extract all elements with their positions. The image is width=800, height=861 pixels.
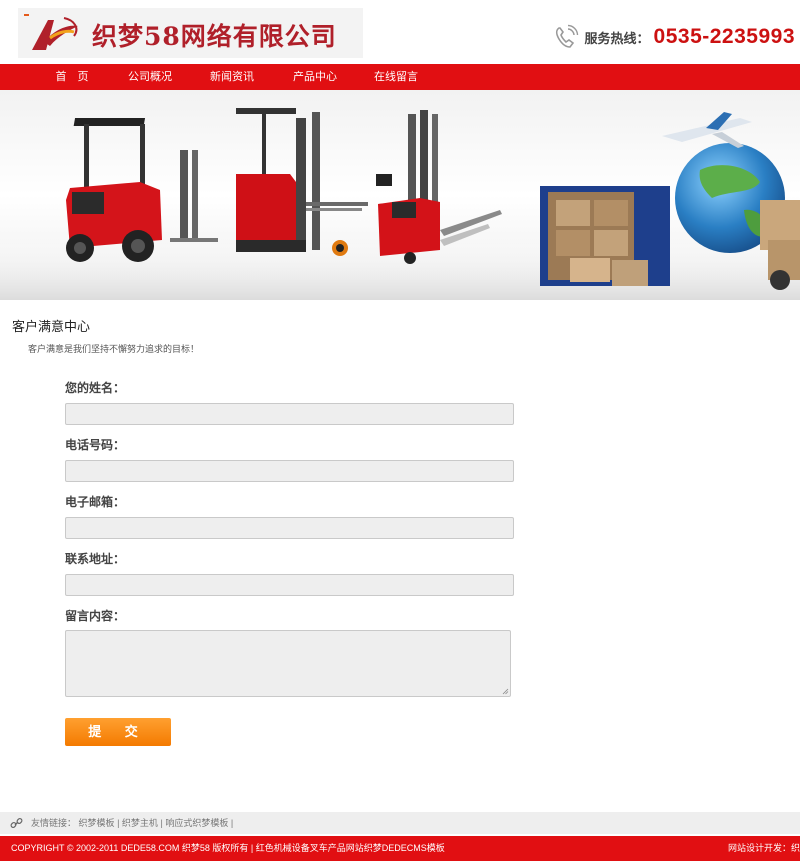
message-textarea[interactable]	[65, 630, 511, 697]
designer-credit: 网站设计开发：织	[727, 843, 800, 853]
forklift-reach-icon	[236, 108, 368, 256]
link-separator: |	[230, 818, 234, 828]
name-input[interactable]	[65, 403, 514, 425]
friend-links: 友情链接： 织梦模板 | 织梦主机 | 响应式织梦模板 |	[0, 812, 800, 834]
hotline-label: 服务热线：	[584, 30, 650, 46]
hotline-number: 0535-2235993	[653, 25, 795, 48]
page-title: 客户满意中心	[12, 319, 91, 334]
main-nav: 首 页 公司概况 新闻资讯 产品中心 在线留言	[0, 64, 800, 90]
site-footer: COPYRIGHT © 2002-2011 DEDE58.COM 织梦58 版权…	[0, 836, 800, 861]
nav-item-home[interactable]: 首 页	[52, 64, 92, 90]
email-label: 电子邮箱：	[65, 495, 126, 509]
nav-item-news[interactable]: 新闻资讯	[206, 64, 258, 90]
friend-link-dede-templates[interactable]: 织梦模板	[79, 818, 115, 828]
logo-mark-icon	[24, 14, 78, 50]
address-label: 联系地址：	[65, 552, 126, 566]
logo-text: 织梦58网络有限公司	[92, 22, 337, 51]
phone-input[interactable]	[65, 460, 514, 482]
nav-item-products[interactable]: 产品中心	[289, 64, 341, 90]
friend-link-responsive-templates[interactable]: 响应式织梦模板	[165, 818, 228, 828]
site-header: 织梦58网络有限公司 服务热线： 0535-2235993	[0, 0, 800, 64]
nav-item-guestbook[interactable]: 在线留言	[370, 64, 422, 90]
phone-icon	[555, 24, 578, 48]
hero-banner	[0, 90, 800, 300]
hotline: 服务热线： 0535-2235993	[553, 22, 795, 52]
friend-links-label: 友情链接：	[31, 818, 77, 828]
link-icon	[10, 818, 23, 828]
message-label: 留言内容：	[65, 609, 126, 623]
page-subtitle: 客户满意是我们坚持不懈努力追求的目标！	[28, 344, 200, 354]
copyright-text: COPYRIGHT © 2002-2011 DEDE58.COM 织梦58 版权…	[11, 843, 445, 853]
email-input[interactable]	[65, 517, 514, 539]
logo[interactable]: 织梦58网络有限公司	[18, 8, 363, 58]
forklift-counterbalance-icon	[66, 118, 218, 262]
nav-item-about[interactable]: 公司概况	[124, 64, 176, 90]
link-separator: |	[117, 818, 120, 828]
friend-link-dede-hosting[interactable]: 织梦主机	[122, 818, 158, 828]
name-label: 您的姓名：	[65, 381, 126, 395]
phone-label: 电话号码：	[65, 438, 126, 452]
resize-grip-icon[interactable]	[502, 688, 509, 695]
banner-illustration	[0, 108, 800, 300]
submit-button[interactable]: 提 交	[65, 718, 171, 746]
address-input[interactable]	[65, 574, 514, 596]
link-separator: |	[160, 818, 163, 828]
